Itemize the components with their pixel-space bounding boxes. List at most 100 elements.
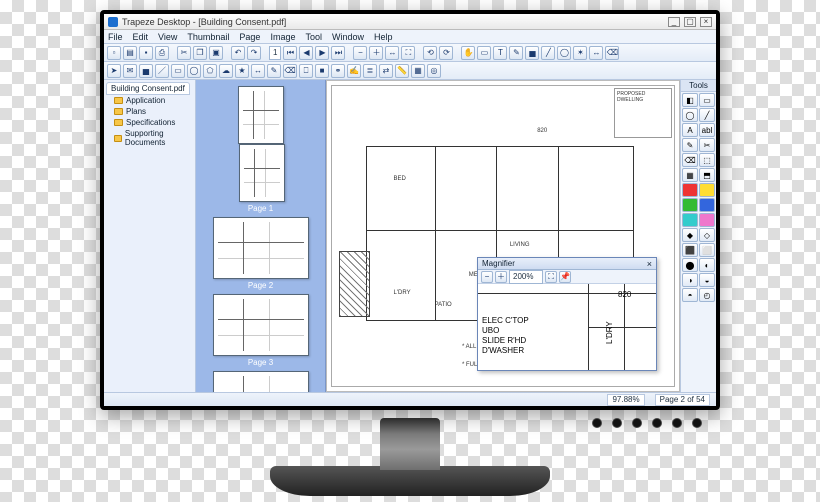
palette-color-red[interactable] <box>682 183 698 197</box>
palette-rect-icon[interactable]: ▭ <box>699 93 715 107</box>
pencil-tool-icon[interactable]: ✎ <box>509 46 523 60</box>
thumbnail-page-4[interactable]: Page 4 <box>200 371 321 392</box>
layer-annot-icon[interactable]: ≣ <box>363 64 377 78</box>
tree-item-supportingdocs[interactable]: Supporting Documents <box>106 128 193 148</box>
erase-annot-icon[interactable]: ⌫ <box>283 64 297 78</box>
redo-icon[interactable]: ↷ <box>247 46 261 60</box>
stamp-annot-icon[interactable]: ★ <box>235 64 249 78</box>
menu-window[interactable]: Window <box>332 32 364 42</box>
measure-tool-icon[interactable]: ↔ <box>589 46 603 60</box>
eraser-tool-icon[interactable]: ⌫ <box>605 46 619 60</box>
tree-tab[interactable]: Building Consent.pdf <box>106 82 190 95</box>
palette-quarter4-icon[interactable]: ◴ <box>699 288 715 302</box>
file-open-icon[interactable]: ▤ <box>123 46 137 60</box>
menu-help[interactable]: Help <box>374 32 393 42</box>
palette-color-blue[interactable] <box>699 198 715 212</box>
maximize-button[interactable]: ▢ <box>684 17 696 27</box>
next-page-icon[interactable]: ▶ <box>315 46 329 60</box>
palette-label-icon[interactable]: abl <box>699 123 715 137</box>
thumbnail-page-1[interactable]: Page 1 <box>200 86 321 213</box>
menu-edit[interactable]: Edit <box>133 32 149 42</box>
note-annot-icon[interactable]: ✉ <box>123 64 137 78</box>
rotate-left-icon[interactable]: ⟲ <box>423 46 437 60</box>
pen-annot-icon[interactable]: ✎ <box>267 64 281 78</box>
redact-annot-icon[interactable]: ■ <box>315 64 329 78</box>
first-page-icon[interactable]: ⏮ <box>283 46 297 60</box>
fit-page-icon[interactable]: ⛶ <box>401 46 415 60</box>
page-number-field[interactable]: 1 <box>269 46 281 60</box>
main-viewer[interactable]: LIVING MEALS GARAGE PATIO L'DRY BED PROP… <box>326 80 680 392</box>
palette-color-pink[interactable] <box>699 213 715 227</box>
highlight-annot-icon[interactable]: ▅ <box>139 64 153 78</box>
highlight-tool-icon[interactable]: ▅ <box>525 46 539 60</box>
palette-fillcircle-icon[interactable]: ⬤ <box>682 258 698 272</box>
paste-icon[interactable]: ▣ <box>209 46 223 60</box>
copy-icon[interactable]: ❐ <box>193 46 207 60</box>
select-tool-icon[interactable]: ▭ <box>477 46 491 60</box>
ruler-annot-icon[interactable]: 📏 <box>395 64 409 78</box>
measure-annot-icon[interactable]: ↔ <box>251 64 265 78</box>
palette-grid-icon[interactable]: ▦ <box>682 168 698 182</box>
last-page-icon[interactable]: ⏭ <box>331 46 345 60</box>
arrow-annot-icon[interactable]: ➤ <box>107 64 121 78</box>
file-new-icon[interactable]: ▫ <box>107 46 121 60</box>
cloud-annot-icon[interactable]: ☁ <box>219 64 233 78</box>
fit-width-icon[interactable]: ↔ <box>385 46 399 60</box>
palette-quarter1-icon[interactable]: ◑ <box>682 273 698 287</box>
palette-text-icon[interactable]: A <box>682 123 698 137</box>
palette-erase-icon[interactable]: ⌫ <box>682 153 698 167</box>
palette-diamond2-icon[interactable]: ◇ <box>699 228 715 242</box>
thumbnail-page-2[interactable]: Page 2 <box>200 217 321 290</box>
link-annot-icon[interactable]: ⚭ <box>331 64 345 78</box>
menu-view[interactable]: View <box>158 32 177 42</box>
palette-quarter3-icon[interactable]: ◓ <box>682 288 698 302</box>
close-button[interactable]: × <box>700 17 712 27</box>
tree-item-application[interactable]: Application <box>106 95 193 106</box>
poly-annot-icon[interactable]: ⬠ <box>203 64 217 78</box>
menubar[interactable]: File Edit View Thumbnail Page Image Tool… <box>104 30 716 44</box>
cut-icon[interactable]: ✂ <box>177 46 191 60</box>
menu-tool[interactable]: Tool <box>305 32 322 42</box>
undo-icon[interactable]: ↶ <box>231 46 245 60</box>
palette-select-icon[interactable]: ◧ <box>682 93 698 107</box>
mag-zoom-out-icon[interactable]: − <box>481 271 493 283</box>
mag-fit-icon[interactable]: ⛶ <box>545 271 557 283</box>
rotate-right-icon[interactable]: ⟳ <box>439 46 453 60</box>
palette-box-icon[interactable]: ⬚ <box>699 153 715 167</box>
zoom-out-icon[interactable]: − <box>353 46 367 60</box>
palette-pen-icon[interactable]: ✎ <box>682 138 698 152</box>
magnifier-close-icon[interactable]: × <box>647 259 652 269</box>
palette-half-icon[interactable]: ⬒ <box>699 168 715 182</box>
mag-zoom-field[interactable]: 200% <box>509 270 543 284</box>
menu-image[interactable]: Image <box>270 32 295 42</box>
mag-pin-icon[interactable]: 📌 <box>559 271 571 283</box>
line-tool-icon[interactable]: ╱ <box>541 46 555 60</box>
palette-opensquare-icon[interactable]: ⬜ <box>699 243 715 257</box>
magnifier-viewport[interactable]: ELEC C'TOP UBO SLIDE R'HD D'WASHER L'DRY… <box>478 284 656 370</box>
stamp-tool-icon[interactable]: ✶ <box>573 46 587 60</box>
magnifier-titlebar[interactable]: Magnifier × <box>478 258 656 270</box>
palette-circle-icon[interactable]: ◯ <box>682 108 698 122</box>
prev-page-icon[interactable]: ◀ <box>299 46 313 60</box>
compare-annot-icon[interactable]: ⇄ <box>379 64 393 78</box>
snap-annot-icon[interactable]: ◎ <box>427 64 441 78</box>
rect-annot-icon[interactable]: ▭ <box>171 64 185 78</box>
palette-halfcircle-icon[interactable]: ◐ <box>699 258 715 272</box>
minimize-button[interactable]: _ <box>668 17 680 27</box>
palette-line-icon[interactable]: ╱ <box>699 108 715 122</box>
shape-tool-icon[interactable]: ◯ <box>557 46 571 60</box>
zoom-in-icon[interactable]: ＋ <box>369 46 383 60</box>
ellipse-annot-icon[interactable]: ◯ <box>187 64 201 78</box>
tree-item-plans[interactable]: Plans <box>106 106 193 117</box>
thumbnail-page-3[interactable]: Page 3 <box>200 294 321 367</box>
palette-color-green[interactable] <box>682 198 698 212</box>
palette-quarter2-icon[interactable]: ◒ <box>699 273 715 287</box>
mag-zoom-in-icon[interactable]: ＋ <box>495 271 507 283</box>
palette-fillsquare-icon[interactable]: ⬛ <box>682 243 698 257</box>
text-tool-icon[interactable]: T <box>493 46 507 60</box>
save-icon[interactable]: ▪ <box>139 46 153 60</box>
signature-annot-icon[interactable]: ✍ <box>347 64 361 78</box>
hand-tool-icon[interactable]: ✋ <box>461 46 475 60</box>
menu-thumbnail[interactable]: Thumbnail <box>187 32 229 42</box>
palette-cut-icon[interactable]: ✂ <box>699 138 715 152</box>
